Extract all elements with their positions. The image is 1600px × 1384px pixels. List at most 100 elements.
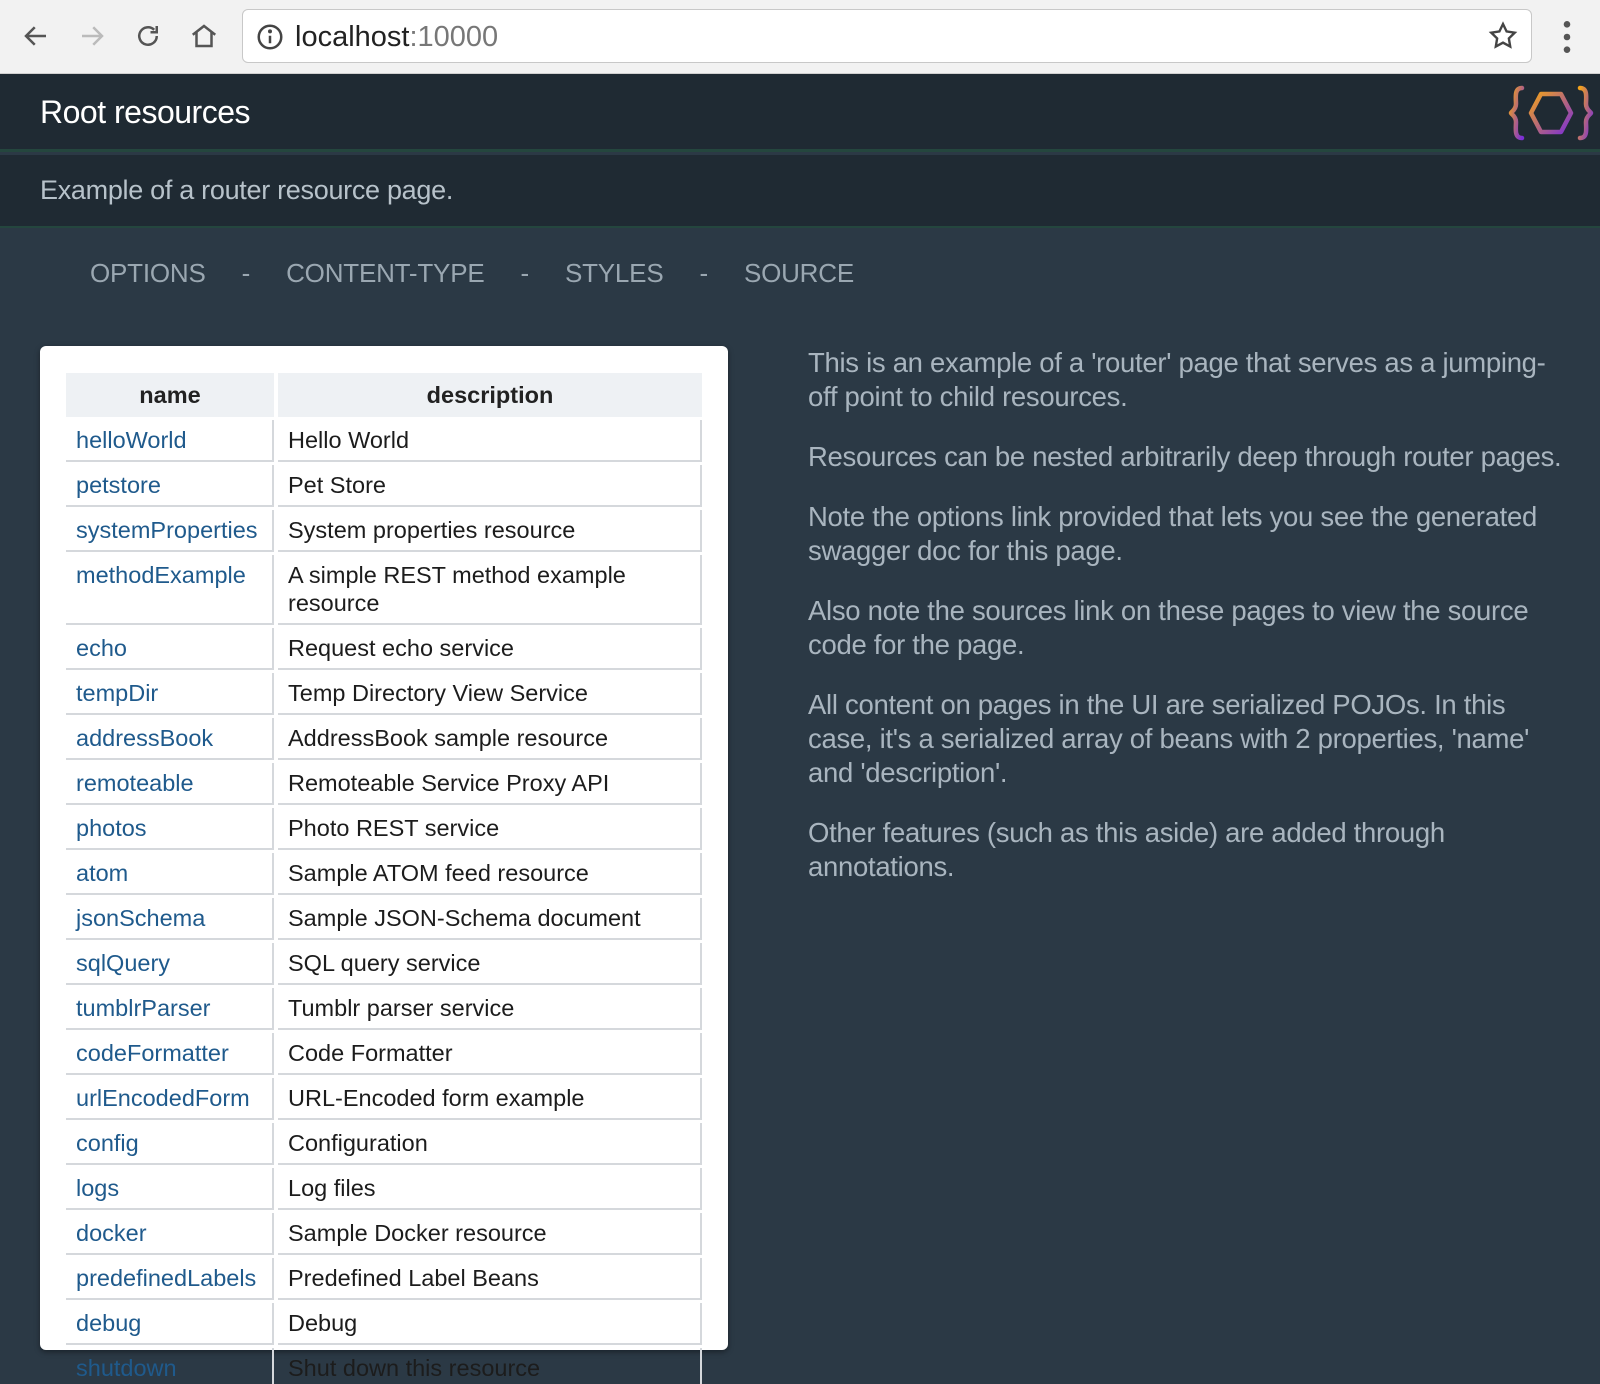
resource-link-codeFormatter[interactable]: codeFormatter <box>76 1040 229 1066</box>
resource-link-docker[interactable]: docker <box>76 1220 147 1246</box>
description-cell: Log files <box>278 1168 702 1210</box>
resource-link-petstore[interactable]: petstore <box>76 472 161 498</box>
name-cell: debug <box>66 1303 274 1345</box>
resources-card: name description helloWorld Hello World pe… <box>40 346 728 1384</box>
name-cell: codeFormatter <box>66 1033 274 1075</box>
name-cell: tempDir <box>66 673 274 715</box>
table-row: petstore Pet Store <box>66 465 702 507</box>
table-row: predefinedLabels Predefined Label Beans <box>66 1258 702 1300</box>
menu-dots-icon[interactable] <box>1552 18 1582 56</box>
name-cell: methodExample <box>66 555 274 625</box>
aside-paragraph: This is an example of a 'router' page th… <box>808 347 1546 412</box>
table-row: atom Sample ATOM feed resource <box>66 853 702 895</box>
aside-paragraph: Resources can be nested arbitrarily deep… <box>808 441 1562 472</box>
nav-link-content-type[interactable]: CONTENT-TYPE <box>286 258 485 289</box>
resource-link-sqlQuery[interactable]: sqlQuery <box>76 950 170 976</box>
description-cell: Sample Docker resource <box>278 1213 702 1255</box>
resource-link-jsonSchema[interactable]: jsonSchema <box>76 905 205 931</box>
name-cell: systemProperties <box>66 510 274 552</box>
description-cell: Pet Store <box>278 465 702 507</box>
resource-link-predefinedLabels[interactable]: predefinedLabels <box>76 1265 256 1291</box>
description-cell: Sample JSON-Schema document <box>278 898 702 940</box>
resource-link-config[interactable]: config <box>76 1130 139 1156</box>
resource-link-remoteable[interactable]: remoteable <box>76 770 194 796</box>
description-cell: Request echo service <box>278 628 702 670</box>
resource-link-urlEncodedForm[interactable]: urlEncodedForm <box>76 1085 250 1111</box>
resource-link-logs[interactable]: logs <box>76 1175 119 1201</box>
description-cell: Temp Directory View Service <box>278 673 702 715</box>
name-cell: helloWorld <box>66 420 274 462</box>
resource-link-tempDir[interactable]: tempDir <box>76 680 158 706</box>
nav-link-source[interactable]: SOURCE <box>744 258 854 289</box>
description-cell: Hello World <box>278 420 702 462</box>
description-cell: Debug <box>278 1303 702 1345</box>
description-cell: Predefined Label Beans <box>278 1258 702 1300</box>
name-cell: addressBook <box>66 718 274 760</box>
description-cell: Configuration <box>278 1123 702 1165</box>
table-row: remoteable Remoteable Service Proxy API <box>66 763 702 805</box>
table-row: codeFormatter Code Formatter <box>66 1033 702 1075</box>
reload-icon[interactable] <box>126 14 170 58</box>
resource-link-addressBook[interactable]: addressBook <box>76 725 213 751</box>
back-arrow-icon[interactable] <box>14 14 58 58</box>
name-cell: sqlQuery <box>66 943 274 985</box>
name-cell: docker <box>66 1213 274 1255</box>
aside-paragraph: Also note the sources link on these page… <box>808 595 1529 660</box>
resource-link-shutdown[interactable]: shutdown <box>76 1355 177 1381</box>
table-header-row: name description <box>66 373 702 417</box>
description-cell: Shut down this resource <box>278 1348 702 1384</box>
name-cell: predefinedLabels <box>66 1258 274 1300</box>
page-title: Root resources <box>40 94 250 130</box>
resource-link-echo[interactable]: echo <box>76 635 127 661</box>
aside-paragraph: Note the options link provided that lets… <box>808 501 1537 566</box>
name-cell: urlEncodedForm <box>66 1078 274 1120</box>
nav-links: OPTIONS - CONTENT-TYPE - STYLES - SOURCE <box>90 255 854 291</box>
name-cell: echo <box>66 628 274 670</box>
nav-separator: - <box>699 257 708 288</box>
name-cell: photos <box>66 808 274 850</box>
table-row: systemProperties System properties resour… <box>66 510 702 552</box>
resource-link-methodExample[interactable]: methodExample <box>76 562 246 588</box>
resources-table: name description helloWorld Hello World pe… <box>62 370 706 1384</box>
name-cell: shutdown <box>66 1348 274 1384</box>
nav-separator: - <box>520 257 529 288</box>
resource-link-tumblrParser[interactable]: tumblrParser <box>76 995 211 1021</box>
browser-toolbar: localhost:10000 <box>0 0 1600 74</box>
name-cell: tumblrParser <box>66 988 274 1030</box>
aside-panel: This is an example of a 'router' page th… <box>808 346 1568 910</box>
table-row: shutdown Shut down this resource <box>66 1348 702 1384</box>
nav-link-options[interactable]: OPTIONS <box>90 258 206 289</box>
info-icon[interactable] <box>255 22 285 52</box>
page-description: Example of a router resource page. <box>40 175 454 205</box>
column-header-description: description <box>278 373 702 417</box>
resource-link-systemProperties[interactable]: systemProperties <box>76 517 258 543</box>
page-description-bar: Example of a router resource page. <box>0 155 1600 228</box>
juneau-logo-icon[interactable] <box>1508 82 1594 144</box>
nav-separator: - <box>241 257 251 288</box>
table-row: logs Log files <box>66 1168 702 1210</box>
table-row: sqlQuery SQL query service <box>66 943 702 985</box>
resource-link-atom[interactable]: atom <box>76 860 128 886</box>
forward-arrow-icon[interactable] <box>70 14 114 58</box>
nav-link-styles[interactable]: STYLES <box>565 258 664 289</box>
description-cell: AddressBook sample resource <box>278 718 702 760</box>
description-cell: Code Formatter <box>278 1033 702 1075</box>
star-icon[interactable] <box>1487 20 1519 52</box>
table-row: tumblrParser Tumblr parser service <box>66 988 702 1030</box>
home-icon[interactable] <box>182 14 226 58</box>
description-cell: Tumblr parser service <box>278 988 702 1030</box>
name-cell: atom <box>66 853 274 895</box>
resource-link-debug[interactable]: debug <box>76 1310 141 1336</box>
resource-link-helloWorld[interactable]: helloWorld <box>76 427 187 453</box>
table-row: addressBook AddressBook sample resource <box>66 718 702 760</box>
table-row: jsonSchema Sample JSON-Schema document <box>66 898 702 940</box>
table-row: debug Debug <box>66 1303 702 1345</box>
resource-link-photos[interactable]: photos <box>76 815 147 841</box>
name-cell: logs <box>66 1168 274 1210</box>
description-cell: System properties resource <box>278 510 702 552</box>
name-cell: config <box>66 1123 274 1165</box>
address-bar[interactable]: localhost:10000 <box>242 9 1532 63</box>
aside-paragraph: All content on pages in the UI are seria… <box>808 689 1530 788</box>
description-cell: Remoteable Service Proxy API <box>278 763 702 805</box>
table-row: methodExample A simple REST method exampl… <box>66 555 702 625</box>
